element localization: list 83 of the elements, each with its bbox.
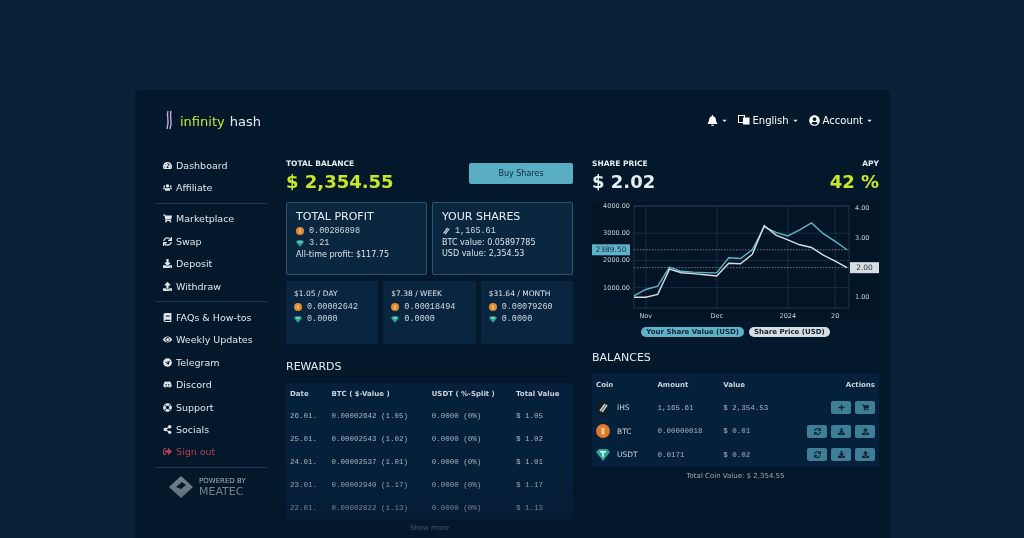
cart-icon (163, 214, 172, 224)
tether-icon (488, 315, 497, 323)
sidebar-item[interactable]: Affiliate (155, 176, 267, 199)
refresh-icon (163, 236, 172, 246)
logo-text: hash (229, 113, 261, 129)
add-button[interactable] (831, 401, 851, 415)
btc-amount: 0.00018494 (404, 302, 456, 312)
tether-icon (294, 315, 302, 323)
swap-button[interactable] (807, 424, 827, 438)
dashboard-icon (163, 160, 172, 170)
eye-icon (163, 335, 172, 345)
sidebar-item[interactable]: Deposit (155, 252, 267, 275)
share-price-amount: $ 2.02 (592, 171, 656, 192)
btc-amount: 0.00002642 (307, 302, 358, 312)
sidebar-item[interactable]: Withdraw (155, 274, 267, 298)
buy-shares-button[interactable]: Buy Shares (469, 163, 573, 184)
usdt-amount: 3.21 (309, 238, 330, 248)
sidebar-item[interactable]: Socials (155, 418, 267, 441)
sidebar-item[interactable]: FAQs & How-tos (155, 306, 267, 329)
logo-icon (165, 110, 174, 130)
btc-amount: 0.00286898 (309, 226, 360, 236)
lifebuoy-icon (163, 402, 172, 412)
usdt-amount: 0.0000 (404, 314, 435, 324)
sidebar-item[interactable]: Dashboard (155, 154, 267, 177)
btc-amount: 0.00079260 (501, 302, 553, 312)
swap-button[interactable] (807, 448, 827, 462)
share-icon (163, 425, 172, 434)
section-title: REWARDS (286, 360, 343, 373)
bitcoin-icon (488, 303, 497, 311)
balance-amount: $ 2,354.55 (286, 171, 394, 192)
btc-value: BTC value: 0.05897785 (442, 238, 537, 247)
bitcoin-icon (296, 227, 304, 235)
language-icon (737, 115, 750, 125)
upload-icon (861, 451, 869, 459)
cart-icon (861, 404, 869, 412)
telegram-icon (163, 357, 172, 367)
notifications-button[interactable] (706, 114, 728, 126)
deposit-button[interactable] (831, 424, 851, 438)
bell-icon (706, 114, 718, 126)
apy-value: 42 % (829, 171, 879, 192)
withdraw-button[interactable] (855, 424, 875, 438)
sidebar-item[interactable]: Support (155, 395, 267, 419)
upload-icon (163, 281, 172, 291)
bitcoin-icon (391, 303, 400, 311)
sidebar-item[interactable]: Discord (155, 373, 267, 396)
partner-logo-icon (169, 476, 193, 499)
download-icon (837, 427, 845, 435)
book-icon (163, 313, 172, 323)
sidebar-item[interactable]: Marketplace (155, 207, 267, 231)
sidebar-item[interactable]: Weekly Updates (155, 328, 267, 352)
partner-name: MEATEC (199, 484, 245, 498)
users-icon (163, 183, 172, 193)
deposit-button[interactable] (831, 448, 851, 462)
user-icon (808, 114, 820, 126)
plus-icon (837, 404, 845, 412)
card-title: YOUR SHARES (442, 210, 522, 223)
coin-icon (596, 400, 610, 415)
refresh-icon (813, 427, 821, 435)
cart-button[interactable] (855, 401, 875, 415)
download-icon (837, 451, 845, 459)
tether-icon (391, 315, 400, 323)
usdt-amount: 0.0000 (307, 314, 338, 324)
bitcoin-icon (596, 424, 610, 439)
refresh-icon (813, 451, 821, 459)
usdt-amount: 0.0000 (501, 314, 533, 324)
usd-value: USD value: 2,354.53 (442, 249, 526, 258)
tether-icon (596, 448, 610, 461)
account-button[interactable]: Account (808, 114, 873, 126)
tether-icon (296, 239, 304, 247)
discord-icon (163, 380, 172, 390)
language-button[interactable]: English (737, 114, 799, 126)
shares-amount: 1,165.61 (455, 226, 496, 236)
sign-out-icon (163, 447, 172, 457)
download-icon (163, 259, 172, 269)
logo-text: infinity (180, 113, 225, 129)
upload-icon (861, 427, 869, 435)
bitcoin-icon (294, 303, 302, 311)
card-title: TOTAL PROFIT (296, 210, 375, 223)
section-title: BALANCES (592, 351, 652, 364)
withdraw-button[interactable] (855, 448, 875, 462)
sidebar-item[interactable]: Swap (155, 230, 267, 253)
all-time-profit: All-time profit: $117.75 (296, 250, 390, 259)
sidebar-item[interactable]: Telegram (155, 351, 267, 374)
